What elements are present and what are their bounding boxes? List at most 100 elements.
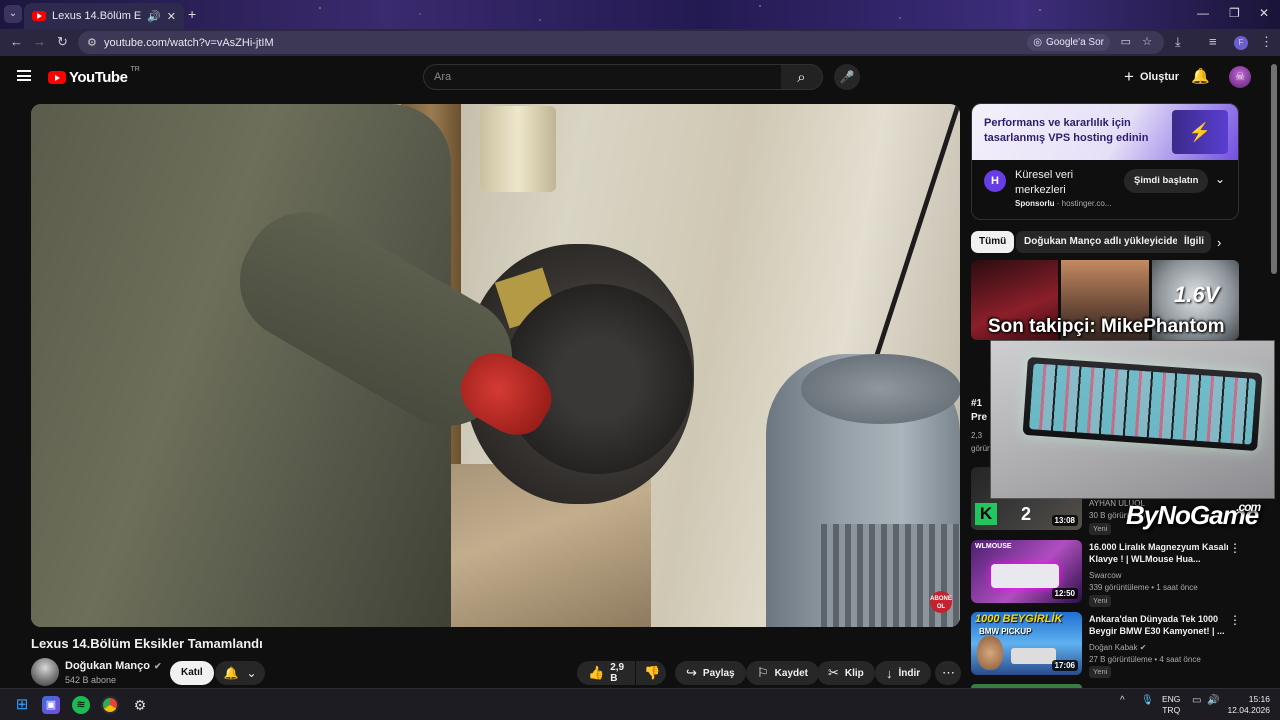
windows-start-icon[interactable]: ⊞ — [13, 696, 31, 714]
reload-icon[interactable]: ↻ — [57, 34, 68, 50]
clip-button[interactable]: ✂ Klip — [817, 661, 875, 685]
save-button[interactable]: ⚐ Kaydet — [746, 661, 820, 685]
video-duration: 12:50 — [1051, 588, 1078, 599]
media-icon[interactable]: ≡ — [1209, 34, 1217, 49]
bynogame-logo: ByNoGame .com — [1126, 500, 1261, 530]
video-title-fragment[interactable]: #1 — [971, 398, 985, 410]
video-duration: 13:08 — [1051, 515, 1078, 526]
ad-banner[interactable]: Performans ve kararlılık için tasarlanmı… — [972, 104, 1238, 160]
volume-icon[interactable]: 🔊 — [1207, 695, 1219, 706]
channel-avatar[interactable] — [31, 658, 59, 686]
chevron-down-icon[interactable]: ⌄ — [1215, 172, 1225, 186]
google-lens-button[interactable]: ◎ Google'a Sor — [1027, 34, 1110, 51]
bookmark-star-icon[interactable]: ☆ — [1142, 35, 1152, 48]
new-badge: Yeni — [1089, 523, 1112, 535]
mic-tray-icon[interactable]: 🎙 — [1141, 695, 1154, 706]
scissors-icon: ✂ — [828, 665, 839, 680]
address-bar[interactable]: ⚙ youtube.com/watch?v=vAsZHi-jtIM ◎ Goog… — [78, 31, 1164, 54]
video-title: Lexus 14.Bölüm Eksikler Tamamlandı — [31, 636, 263, 651]
channel-name-row[interactable]: Doğukan Manço ✔ — [65, 660, 162, 672]
subscription-bell-button[interactable]: 🔔 ⌄ — [215, 661, 265, 685]
plus-icon: + — [1124, 67, 1134, 86]
chip-related[interactable]: İlgili — [1177, 231, 1211, 253]
download-button[interactable]: ↓ İndir — [875, 661, 932, 685]
search-button[interactable]: ⌕ — [781, 64, 823, 90]
more-actions-button[interactable]: ⋯ — [935, 661, 961, 685]
youtube-favicon-icon — [32, 11, 46, 21]
profile-icon[interactable]: F — [1234, 36, 1248, 50]
sponsored-ad-card[interactable]: Performans ve kararlılık için tasarlanmı… — [971, 103, 1239, 220]
chrome-icon[interactable] — [101, 696, 119, 714]
subscribe-watermark[interactable]: ABONE OL — [930, 591, 952, 613]
tray-overflow-icon[interactable]: ^ — [1120, 695, 1125, 706]
video-thumbnail[interactable]: WLMOUSE 12:50 — [971, 540, 1082, 603]
cast-icon[interactable]: ▭ — [1121, 35, 1131, 48]
minimize-icon[interactable]: — — [1197, 6, 1209, 20]
youtube-header: YouTube TR Ara ⌕ 🎤 + Oluştur 🔔 ☠ — [0, 56, 1280, 98]
browser-tab[interactable]: Lexus 14.Bölüm Eksikler Ta 🔊 ✕ — [24, 3, 184, 29]
video-thumbnail[interactable]: 1000 BEYGİRLİK BMW PICKUP 17:06 — [971, 612, 1082, 675]
related-title[interactable]: Ankara'dan Dünyada Tek 1000 Beygir BMW E… — [1089, 613, 1229, 637]
new-tab-button[interactable]: + — [188, 6, 196, 22]
new-badge: Yeni — [1089, 595, 1112, 607]
menu-icon[interactable] — [17, 70, 31, 81]
create-button[interactable]: + Oluştur — [1116, 64, 1187, 90]
chip-all[interactable]: Tümü — [971, 231, 1015, 253]
settings-app-icon[interactable]: ⚙ — [131, 696, 149, 714]
video-meta-fragment: görün — [971, 444, 992, 453]
input-language[interactable]: ENG TRQ — [1162, 694, 1180, 716]
windows-taskbar: ⊞ ▣ ≋ ⚙ ^ 🎙 ENG TRQ ▭ 🔊 15:16 12.04.2026 — [0, 688, 1280, 720]
car-image — [1011, 648, 1056, 664]
more-vert-icon[interactable]: ⋮ — [1229, 541, 1241, 555]
close-tab-icon[interactable]: ✕ — [167, 10, 176, 23]
like-button[interactable]: 👍 2,9 B — [577, 661, 635, 685]
clock[interactable]: 15:16 12.04.2026 — [1226, 694, 1270, 716]
ad-headline-1: Performans ve kararlılık için — [984, 117, 1131, 129]
chevron-down-icon: ⌄ — [246, 666, 257, 680]
related-title[interactable]: 16.000 Liralık Magnezyum Kasalı Klavye !… — [1089, 541, 1229, 565]
back-icon[interactable]: ← — [10, 34, 23, 49]
new-badge: Yeni — [1089, 666, 1112, 678]
latest-follower-overlay: Son takipçi: MikePhantom — [988, 316, 1225, 337]
restore-icon[interactable]: ❐ — [1229, 6, 1240, 20]
bookmark-icon: ⚐ — [757, 665, 769, 680]
related-views: 27 B görüntüleme • 4 saat önce — [1089, 655, 1201, 664]
browser-toolbar: ← → ↻ ⚙ youtube.com/watch?v=vAsZHi-jtIM … — [0, 29, 1280, 56]
hostinger-logo: H — [984, 170, 1006, 192]
thumb-text: 1.6V — [1174, 282, 1220, 307]
lightning-icon: ⚡ — [1172, 110, 1228, 154]
more-horizontal-icon: ⋯ — [942, 665, 955, 680]
network-icon[interactable]: ▭ — [1192, 695, 1201, 706]
more-vert-icon[interactable]: ⋮ — [1229, 613, 1241, 627]
voice-search-button[interactable]: 🎤 — [834, 64, 860, 90]
download-icon[interactable]: ⤓ — [1175, 34, 1181, 50]
desktop-app-icon[interactable]: ▣ — [42, 696, 60, 714]
video-title-fragment[interactable]: Pre — [971, 412, 989, 424]
spotify-icon[interactable]: ≋ — [72, 696, 90, 714]
search-input[interactable]: Ara — [423, 64, 782, 90]
keyboard-image — [1022, 356, 1263, 452]
related-views: 339 görüntüleme • 1 saat önce — [1089, 583, 1198, 592]
verified-icon: ✔ — [153, 660, 162, 671]
tab-search-icon[interactable]: ⌄ — [4, 5, 22, 23]
lens-icon: ◎ — [1033, 37, 1042, 48]
share-button[interactable]: ↪ Paylaş — [675, 661, 746, 685]
speaker-icon[interactable]: 🔊 — [147, 10, 161, 23]
browser-menu-icon[interactable]: ⋮ — [1260, 34, 1273, 50]
forward-icon[interactable]: → — [33, 34, 46, 49]
channel-name[interactable]: Doğukan Manço — [65, 660, 150, 672]
site-info-icon[interactable]: ⚙ — [87, 36, 97, 49]
chip-uploader[interactable]: Doğukan Manço adlı yükleyiciden — [1016, 231, 1193, 253]
dislike-button[interactable]: 👎 — [636, 661, 666, 685]
youtube-logo[interactable]: YouTube TR — [48, 66, 140, 86]
notifications-bell-icon[interactable]: 🔔 — [1191, 67, 1210, 85]
close-window-icon[interactable]: ✕ — [1259, 6, 1269, 20]
page-scrollbar[interactable] — [1271, 64, 1277, 274]
search-icon: ⌕ — [797, 69, 806, 86]
account-avatar[interactable]: ☠ — [1229, 66, 1251, 88]
ad-cta-button[interactable]: Şimdi başlatın — [1124, 169, 1209, 193]
ad-sponsored-line: Sponsorlu · hostinger.co... — [1015, 199, 1112, 208]
join-button[interactable]: Katıl — [170, 661, 214, 685]
video-player[interactable]: ABONE OL — [31, 104, 960, 627]
chevron-right-icon[interactable]: › — [1217, 235, 1221, 250]
